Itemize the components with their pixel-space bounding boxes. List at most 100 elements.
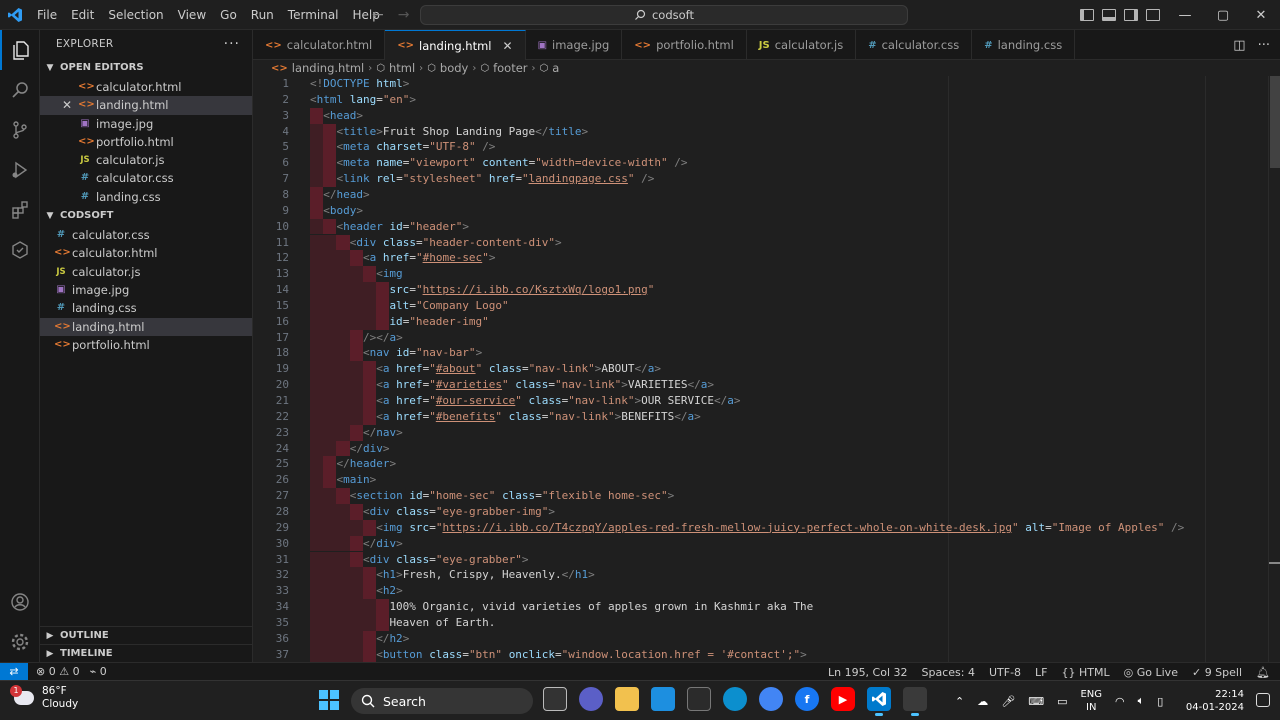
file-item[interactable]: JS calculator.js bbox=[40, 263, 252, 281]
file-item[interactable]: # landing.css bbox=[40, 188, 252, 206]
edge-browser-icon[interactable] bbox=[723, 687, 747, 711]
snipping-tool-icon[interactable] bbox=[903, 687, 927, 716]
task-view-icon[interactable] bbox=[543, 687, 567, 711]
customize-layout-icon[interactable] bbox=[1146, 9, 1160, 21]
open-editors-header[interactable]: ▼ OPEN EDITORS bbox=[40, 58, 252, 78]
chrome-browser-icon[interactable] bbox=[759, 687, 783, 711]
file-item[interactable]: # landing.css bbox=[40, 299, 252, 317]
file-item[interactable]: <> landing.html bbox=[40, 317, 252, 336]
file-item[interactable]: # calculator.css bbox=[40, 169, 252, 187]
taskbar-search[interactable]: Search bbox=[351, 688, 533, 714]
system-clock[interactable]: 22:14 04-01-2024 bbox=[1186, 688, 1244, 714]
teams-chat-icon[interactable] bbox=[579, 687, 603, 711]
chevron-up-icon[interactable]: ⌃ bbox=[955, 695, 964, 708]
notification-center-icon[interactable] bbox=[1256, 693, 1270, 707]
menu-edit[interactable]: Edit bbox=[64, 0, 101, 30]
breadcrumb-file[interactable]: landing.html bbox=[292, 61, 364, 75]
keyboard-icon[interactable]: ⌨ bbox=[1028, 695, 1044, 708]
bell-icon[interactable]: 🔔︎ bbox=[1256, 666, 1270, 679]
tab-calculator-js[interactable]: JS calculator.js bbox=[747, 30, 857, 60]
code-editor[interactable]: 1 <!DOCTYPE html> 2 <html lang="en"> 3 <head>… bbox=[253, 76, 1280, 662]
close-tab-icon[interactable]: ✕ bbox=[503, 39, 513, 53]
editor-scrollbar[interactable] bbox=[1268, 76, 1280, 662]
menu-file[interactable]: File bbox=[30, 0, 64, 30]
settings-gear-icon[interactable] bbox=[0, 622, 40, 662]
vscode-taskbar-icon[interactable] bbox=[867, 687, 891, 716]
tab-portfolio-html[interactable]: <> portfolio.html bbox=[622, 30, 747, 60]
scrollbar-thumb[interactable] bbox=[1270, 76, 1280, 168]
problems-status[interactable]: ⊗ 0 ⚠ 0 bbox=[36, 665, 80, 678]
close-editor-icon[interactable]: ✕ bbox=[62, 96, 72, 114]
app-icon[interactable] bbox=[651, 687, 675, 711]
indent-guide-highlight bbox=[310, 171, 324, 187]
more-actions-icon[interactable]: ··· bbox=[1258, 38, 1270, 53]
end-of-line[interactable]: LF bbox=[1035, 666, 1047, 679]
toggle-sidebar-icon[interactable] bbox=[1080, 9, 1094, 21]
timeline-header[interactable]: ▶ TIMELINE bbox=[40, 644, 253, 662]
tab-landing-css[interactable]: # landing.css bbox=[972, 30, 1076, 60]
search-sidebar-icon[interactable] bbox=[0, 70, 40, 110]
file-explorer-icon[interactable] bbox=[615, 687, 639, 711]
tab-calculator-css[interactable]: # calculator.css bbox=[856, 30, 973, 60]
weather-widget[interactable]: 1 86°F Cloudy bbox=[10, 685, 78, 711]
breadcrumb-a[interactable]: a bbox=[552, 61, 559, 75]
youtube-icon[interactable]: ▶ bbox=[831, 687, 855, 711]
breadcrumb-footer[interactable]: footer bbox=[493, 61, 527, 75]
volume-icon[interactable]: 🔈︎ bbox=[1138, 694, 1145, 708]
forward-arrow-icon[interactable]: → bbox=[398, 7, 410, 23]
tab-image-jpg[interactable]: ▣ image.jpg bbox=[526, 30, 623, 60]
display-icon[interactable]: ▭ bbox=[1057, 695, 1067, 708]
tab-landing-html[interactable]: <> landing.html ✕ bbox=[385, 30, 526, 60]
indentation[interactable]: Spaces: 4 bbox=[922, 666, 975, 679]
go-live-button[interactable]: ◎ Go Live bbox=[1124, 666, 1178, 679]
input-language[interactable]: ENG IN bbox=[1080, 688, 1102, 714]
menu-go[interactable]: Go bbox=[213, 0, 244, 30]
extensions-icon[interactable] bbox=[0, 190, 40, 230]
start-button-icon[interactable] bbox=[319, 690, 339, 710]
file-item[interactable]: ▣ image.jpg bbox=[40, 115, 252, 133]
codsoft-folder-header[interactable]: ▼ CODSOFT bbox=[40, 206, 252, 226]
facebook-icon[interactable]: f bbox=[795, 687, 819, 711]
maximize-icon[interactable]: ▢ bbox=[1204, 0, 1242, 30]
onedrive-cloud-icon[interactable]: ☁ bbox=[977, 695, 988, 708]
source-control-icon[interactable] bbox=[0, 110, 40, 150]
split-editor-icon[interactable]: ◫ bbox=[1233, 38, 1245, 53]
back-arrow-icon[interactable]: ← bbox=[372, 7, 384, 23]
toggle-secondary-sidebar-icon[interactable] bbox=[1124, 9, 1138, 21]
breadcrumb-html[interactable]: html bbox=[389, 61, 415, 75]
language-mode[interactable]: {} HTML bbox=[1062, 666, 1110, 679]
outline-header[interactable]: ▶ OUTLINE bbox=[40, 626, 253, 644]
explorer-icon[interactable] bbox=[0, 30, 40, 70]
file-item[interactable]: ✕ <> landing.html bbox=[40, 96, 252, 115]
file-item[interactable]: ▣ image.jpg bbox=[40, 281, 252, 299]
spell-status[interactable]: ✓ 9 Spell bbox=[1192, 666, 1242, 679]
encoding[interactable]: UTF-8 bbox=[989, 666, 1021, 679]
cursor-position[interactable]: Ln 195, Col 32 bbox=[828, 666, 908, 679]
file-item[interactable]: <> portfolio.html bbox=[40, 133, 252, 151]
menu-terminal[interactable]: Terminal bbox=[281, 0, 346, 30]
tab-calculator-html[interactable]: <> calculator.html bbox=[253, 30, 386, 60]
remote-indicator-icon[interactable]: ⇄ bbox=[0, 662, 28, 681]
ports-status[interactable]: ⌁ 0 bbox=[90, 665, 107, 678]
command-center-search[interactable]: codsoft bbox=[420, 5, 908, 25]
more-actions-icon[interactable]: ··· bbox=[224, 30, 240, 58]
breadcrumb-body[interactable]: body bbox=[440, 61, 468, 75]
file-item[interactable]: <> calculator.html bbox=[40, 78, 252, 96]
run-debug-icon[interactable] bbox=[0, 150, 40, 190]
menu-run[interactable]: Run bbox=[244, 0, 281, 30]
file-item[interactable]: <> calculator.html bbox=[40, 244, 252, 262]
microsoft-store-icon[interactable] bbox=[687, 687, 711, 711]
file-item[interactable]: JS calculator.js bbox=[40, 151, 252, 169]
menu-selection[interactable]: Selection bbox=[101, 0, 170, 30]
minimize-icon[interactable]: — bbox=[1166, 0, 1204, 30]
toggle-panel-icon[interactable] bbox=[1102, 9, 1116, 21]
battery-icon[interactable]: ▯ bbox=[1157, 695, 1163, 708]
close-window-icon[interactable]: ✕ bbox=[1242, 0, 1280, 30]
account-icon[interactable] bbox=[0, 582, 40, 622]
menu-view[interactable]: View bbox=[171, 0, 213, 30]
file-item[interactable]: # calculator.css bbox=[40, 226, 252, 244]
microphone-icon[interactable]: 🎤︎ bbox=[1001, 695, 1015, 708]
file-item[interactable]: <> portfolio.html bbox=[40, 336, 252, 354]
testing-icon[interactable] bbox=[0, 230, 40, 270]
wifi-icon[interactable]: ◠ bbox=[1115, 695, 1125, 708]
